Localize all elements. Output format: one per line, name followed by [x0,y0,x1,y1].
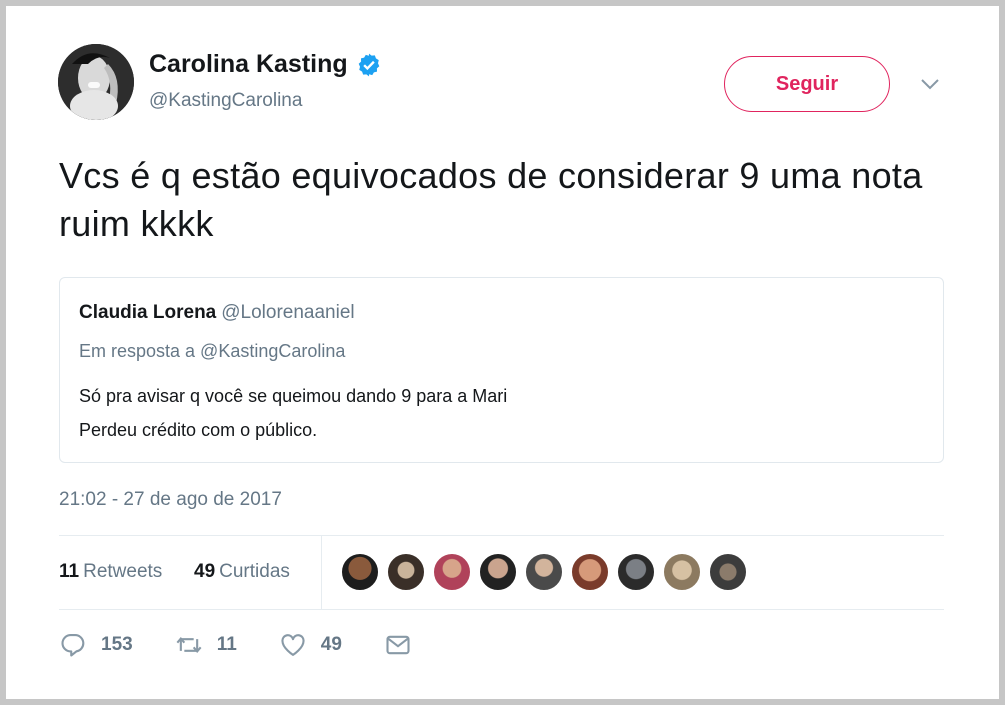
retweets-stat[interactable]: 11 Retweets [59,561,162,583]
direct-message-button[interactable] [384,631,412,659]
liker-avatar[interactable] [479,553,517,591]
tweet-timestamp[interactable]: 21:02 - 27 de ago de 2017 [59,489,282,511]
author-handle[interactable]: @KastingCarolina [149,90,302,112]
likes-label: Curtidas [219,561,290,582]
retweets-label: Retweets [83,561,163,582]
quoted-author-handle: @Lolorenaaniel [221,302,355,323]
quoted-reply-to[interactable]: Em resposta a @KastingCarolina [79,341,345,362]
liker-avatar[interactable] [387,553,425,591]
divider [59,609,944,610]
verified-badge-icon [358,53,379,76]
reply-icon [61,634,85,657]
author-avatar[interactable] [58,44,134,120]
retweets-count: 11 [59,561,80,582]
quoted-text-line: Só pra avisar q você se queimou dando 9 … [79,386,508,406]
divider [59,535,944,536]
liker-avatar[interactable] [525,553,563,591]
like-button[interactable]: 49 [279,631,342,659]
liker-avatar[interactable] [341,553,379,591]
liker-avatar[interactable] [709,553,747,591]
liker-avatars [341,553,755,591]
quoted-author-name: Claudia Lorena [79,302,217,323]
likes-stat[interactable]: 49 Curtidas [194,561,290,583]
liker-avatar[interactable] [663,553,701,591]
liker-avatar[interactable] [571,553,609,591]
divider [321,535,322,609]
tweet-card: Carolina Kasting @KastingCarolina Seguir… [0,0,1005,705]
message-icon [386,635,410,655]
like-count: 49 [320,634,342,655]
chevron-down-icon[interactable] [918,74,942,94]
reply-count: 153 [101,634,133,655]
tweet-actions: 153 11 49 [59,631,454,659]
liker-avatar[interactable] [433,553,471,591]
reply-button[interactable]: 153 [59,631,133,659]
follow-button[interactable]: Seguir [724,56,890,112]
likes-count: 49 [194,561,216,582]
retweet-button[interactable]: 11 [175,631,237,659]
quoted-text-line: Perdeu crédito com o público. [79,420,318,440]
retweet-count: 11 [216,634,237,655]
like-icon [281,634,305,656]
author-name[interactable]: Carolina Kasting [149,50,348,79]
tweet-text: Vcs é q estão equivocados de considerar … [59,155,923,244]
quoted-tweet[interactable]: Claudia Lorena @Lolorenaaniel Em resposta… [59,277,944,463]
retweet-icon [176,636,202,654]
liker-avatar[interactable] [617,553,655,591]
